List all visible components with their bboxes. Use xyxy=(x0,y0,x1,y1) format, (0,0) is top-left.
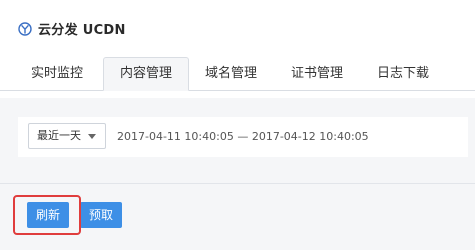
time-range-select-value: 最近一天 xyxy=(37,129,81,142)
tab-bar: 实时监控 内容管理 域名管理 证书管理 日志下载 xyxy=(0,57,475,91)
divider xyxy=(0,183,475,184)
ucloud-logo-icon xyxy=(18,21,32,36)
highlight-box xyxy=(13,195,81,235)
tab-certificate-management[interactable]: 证书管理 xyxy=(278,58,356,90)
app-title: 云分发 UCDN xyxy=(38,22,126,38)
time-range-select[interactable]: 最近一天 xyxy=(28,123,106,149)
date-range-text: 2017-04-11 10:40:05 — 2017-04-12 10:40:0… xyxy=(117,130,369,143)
tab-log-download[interactable]: 日志下载 xyxy=(364,58,442,90)
tab-domain-management[interactable]: 域名管理 xyxy=(192,58,270,90)
tab-content-management[interactable]: 内容管理 xyxy=(103,57,189,91)
brand: 云分发 UCDN xyxy=(18,18,126,38)
caret-down-icon xyxy=(88,134,96,139)
header: 云分发 UCDN 实时监控 内容管理 域名管理 证书管理 日志下载 xyxy=(0,0,475,98)
prefetch-button[interactable]: 预取 xyxy=(80,202,122,228)
tab-realtime-monitor[interactable]: 实时监控 xyxy=(18,58,96,90)
